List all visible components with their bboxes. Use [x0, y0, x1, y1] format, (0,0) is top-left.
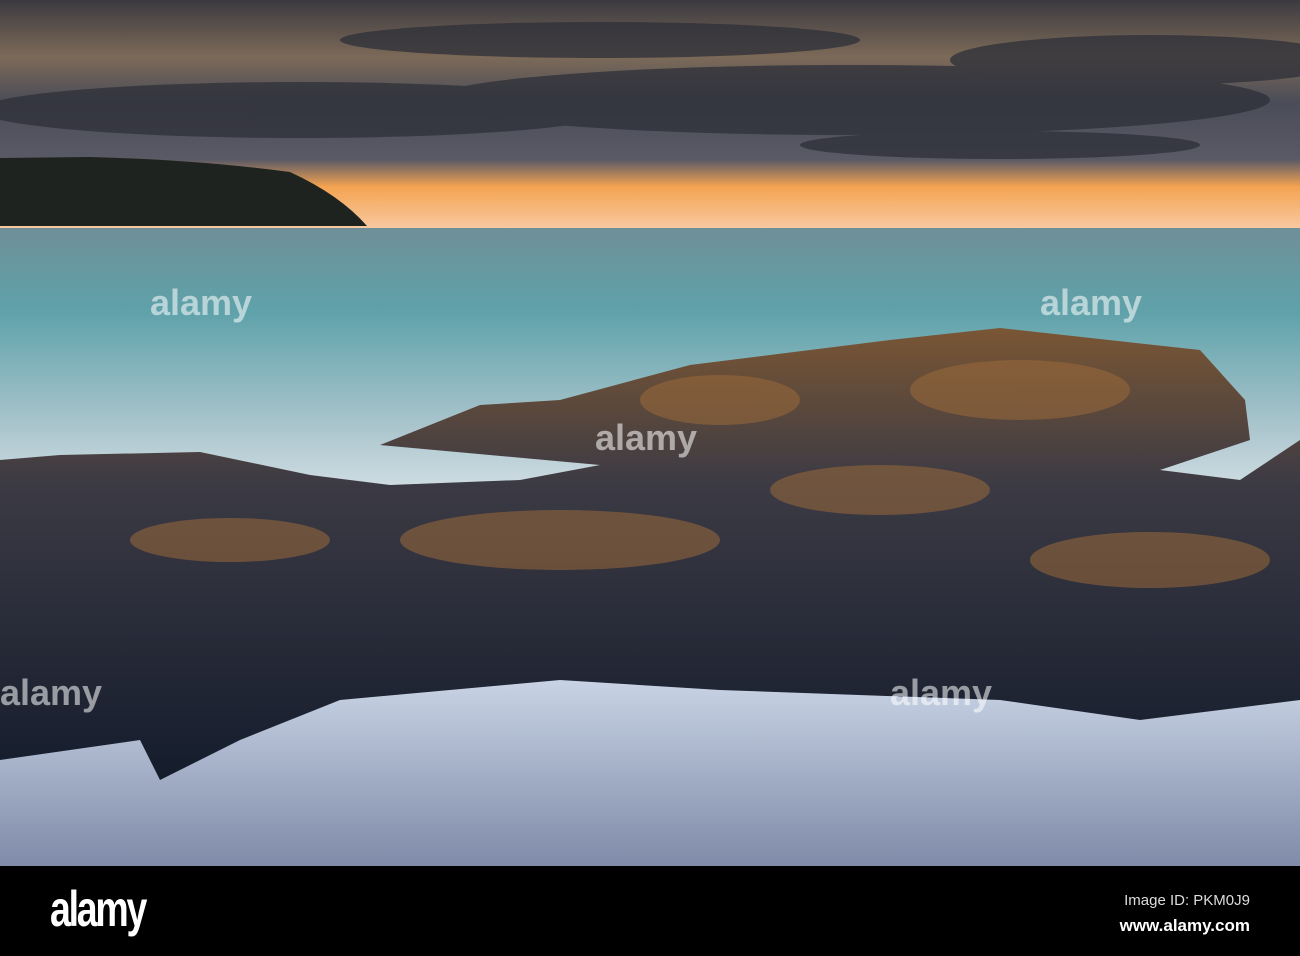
- watermark-footer: alamy Image ID: PKM0J9 www.alamy.com: [0, 866, 1300, 956]
- website-link: www.alamy.com: [1119, 916, 1250, 935]
- svg-text:alamy: alamy: [150, 282, 252, 323]
- svg-text:alamy: alamy: [0, 672, 102, 713]
- svg-text:alamy: alamy: [1040, 282, 1142, 323]
- seascape-photo: alamy alamy alamy alamy alamy: [0, 0, 1300, 866]
- svg-text:alamy: alamy: [595, 417, 697, 458]
- image-id: Image ID: PKM0J9: [1124, 892, 1250, 909]
- alamy-logo: alamy: [50, 881, 147, 937]
- svg-text:alamy: alamy: [890, 672, 992, 713]
